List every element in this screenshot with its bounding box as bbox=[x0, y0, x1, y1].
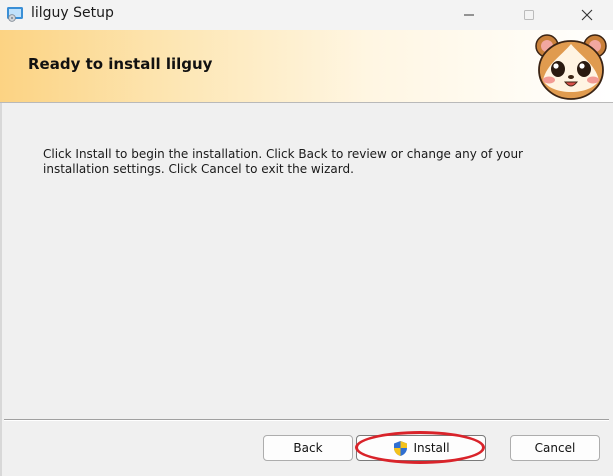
minimize-icon bbox=[464, 14, 474, 16]
back-button[interactable]: Back bbox=[263, 435, 353, 461]
install-button-label: Install bbox=[413, 441, 450, 455]
install-button[interactable]: Install bbox=[356, 435, 486, 461]
instruction-text: Click Install to begin the installation.… bbox=[43, 147, 523, 176]
back-button-label: Back bbox=[293, 441, 323, 455]
page-title: Ready to install lilguy bbox=[28, 55, 213, 73]
cancel-button-label: Cancel bbox=[534, 441, 576, 455]
close-button[interactable] bbox=[564, 0, 610, 30]
installer-icon bbox=[7, 7, 23, 22]
minimize-button[interactable] bbox=[446, 0, 492, 30]
uac-shield-icon bbox=[394, 440, 408, 456]
window-title: lilguy Setup bbox=[31, 5, 114, 21]
cancel-button[interactable]: Cancel bbox=[510, 435, 600, 461]
footer-divider bbox=[4, 419, 609, 421]
maximize-button[interactable] bbox=[506, 0, 552, 30]
close-icon bbox=[581, 9, 593, 21]
header-banner: Ready to install lilguy bbox=[0, 30, 613, 103]
title-bar: lilguy Setup bbox=[0, 0, 613, 31]
hamster-mascot-image bbox=[535, 34, 607, 100]
maximize-icon bbox=[524, 10, 534, 20]
